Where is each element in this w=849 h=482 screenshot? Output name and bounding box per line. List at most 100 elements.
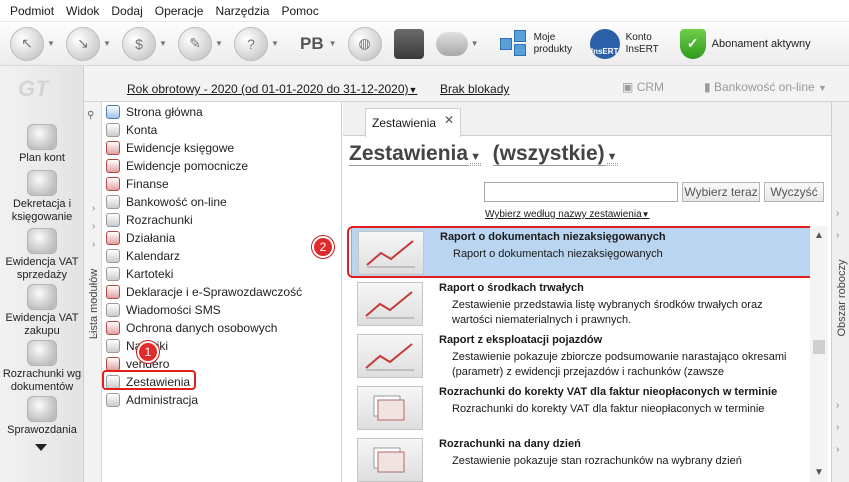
products-icon [499,29,528,58]
sidebar-item-sprawozdania[interactable]: Sprawozdania [0,396,84,437]
naklejki-icon [106,339,120,353]
module-deklaracje[interactable]: Deklaracje i e-Sprawozdawczość [106,283,302,301]
sms-icon [106,303,120,317]
list-item[interactable]: Raport z eksploatacji pojazdów Zestawien… [351,330,811,382]
menu-widok[interactable]: Widok [60,4,105,18]
administracja-icon [106,393,120,407]
chevron-down-icon[interactable]: ▼ [270,39,280,48]
zestawienia-highlight [102,370,196,390]
chevron-right-icon[interactable]: › [92,293,95,304]
sidebar-item-vat-zakupu[interactable]: Ewidencja VAT zakupu [0,284,84,338]
module-label: Bankowość on-line [126,195,227,209]
menu-operacje[interactable]: Operacje [149,4,210,18]
scroll-thumb[interactable] [813,340,825,354]
wyczysc-button[interactable]: Wyczyść [764,182,824,202]
chevron-down-icon[interactable]: ▼ [328,39,338,48]
chevron-down-icon: ▼ [470,151,481,164]
item-title: Rozrachunki na dany dzień [439,438,581,450]
item-title: Rozrachunki do korekty VAT dla faktur ni… [439,386,778,398]
module-bankowosc[interactable]: Bankowość on-line [106,193,227,211]
close-icon[interactable]: ✕ [444,113,454,127]
chevron-down-icon[interactable]: ▼ [470,39,480,48]
module-administracja[interactable]: Administracja [106,391,198,409]
module-rozrachunki[interactable]: Rozrachunki [106,211,193,229]
module-kalendarz[interactable]: Kalendarz [106,247,180,265]
forward-arrow-icon[interactable]: ↘ [66,26,100,61]
bank-icon: ▮ [704,80,711,94]
workspace-strip[interactable]: › › Obszar roboczy › › › [831,102,849,482]
sidebar-item-label: Ewidencja VAT sprzedaży [5,256,79,281]
crm-button[interactable]: ▣ CRM [622,80,664,94]
module-ewidencje-pomocnicze[interactable]: Ewidencje pomocnicze [106,157,248,175]
konto-insert-button[interactable]: InsERT Konto InsERT [589,28,670,59]
tab-zestawienia[interactable]: Zestawienia ✕ [365,108,461,137]
pb-button[interactable]: PB [300,34,324,54]
shield-icon [106,321,120,335]
module-label: Kartoteki [126,267,174,281]
obszar-roboczy-label: Obszar roboczy [836,259,848,337]
module-konta[interactable]: Konta [106,121,157,139]
blokady-link[interactable]: Brak blokady [440,82,509,96]
filter-link[interactable]: Wybierz według nazwy zestawienia▼ [485,209,650,220]
bankowosc-label: Bankowość on-line [713,80,815,94]
wybierz-teraz-button[interactable]: Wybierz teraz [682,182,760,202]
list-scrollbar[interactable]: ▲ ▼ [810,226,828,482]
moje-produkty-label: Moje produkty [533,31,572,55]
module-ewidencje-ksiegowe[interactable]: Ewidencje księgowe [106,139,234,157]
list-item[interactable]: Rozrachunki do korekty VAT dla faktur ni… [351,382,811,434]
moje-produkty-button[interactable]: Moje produkty [499,29,580,58]
list-item[interactable]: Rozrachunki na dany dzień Zestawienie po… [351,434,811,482]
bankowosc-button[interactable]: ▮ Bankowość on-line ▼ [704,80,827,94]
tools-icon[interactable]: ✎ [178,26,212,61]
scroll-down-icon[interactable]: ▼ [814,467,824,478]
help-icon[interactable]: ? [234,26,268,61]
chevron-down-icon[interactable]: ▼ [214,39,224,48]
step-badge-2: 2 [312,236,334,258]
menu-dodaj[interactable]: Dodaj [105,4,148,18]
cloud-icon[interactable] [435,31,468,56]
coins-icon[interactable]: $ [122,26,156,61]
sidebar-item-plan-kont[interactable]: Plan kont [0,124,84,165]
chevron-right-icon[interactable]: › [92,329,95,340]
subtitle-dropdown[interactable]: (wszystkie) ▼ [492,142,618,166]
module-kartoteki[interactable]: Kartoteki [106,265,173,283]
chevron-down-icon[interactable]: ▼ [102,39,112,48]
globe-icon[interactable]: ◍ [347,26,382,61]
chevron-right-icon: › [836,422,840,433]
module-finanse[interactable]: Finanse [106,175,169,193]
finanse-icon [106,177,120,191]
subtitle-label: (wszystkie) [492,142,605,166]
menu-pomoc[interactable]: Pomoc [275,4,324,18]
rok-obrotowy-selector[interactable]: Rok obrotowy - 2020 (od 01-01-2020 do 31… [127,82,417,96]
chevron-right-icon[interactable]: › [92,239,95,250]
sidebar-item-vat-sprzedazy[interactable]: Ewidencja VAT sprzedaży [0,228,84,282]
item-title: Raport o środkach trwałych [439,282,584,294]
chevron-right-icon[interactable]: › [92,221,95,232]
chevron-down-icon[interactable]: ▼ [158,39,168,48]
abonament-button[interactable]: ✓ Abonament aktywny [679,28,811,59]
page-title: Zestawienia ▼ (wszystkie) ▼ [349,142,618,166]
module-strona-glowna[interactable]: Strona główna [106,103,203,121]
list-item[interactable]: Raport o środkach trwałych Zestawienie p… [351,278,811,330]
chevron-right-icon[interactable]: › [92,203,95,214]
box-icon[interactable] [393,28,424,59]
module-wiadomosci-sms[interactable]: Wiadomości SMS [106,301,221,319]
chevron-down-icon[interactable]: ▼ [46,39,56,48]
search-input[interactable] [484,182,678,202]
line-chart-icon [357,334,423,378]
menu-podmiot[interactable]: Podmiot [4,4,60,18]
sidebar-item-dekretacja[interactable]: Dekretacja i księgowanie [0,170,84,224]
menu-narzedzia[interactable]: Narzędzia [209,4,275,18]
scroll-down-icon[interactable] [35,444,47,451]
title-label: Zestawienia [349,142,469,166]
module-ochrona-danych[interactable]: Ochrona danych osobowych [106,319,277,337]
scroll-up-icon[interactable]: ▲ [814,230,824,241]
module-dzialania[interactable]: Działania [106,229,175,247]
rozrachunki-icon [27,340,57,366]
title-dropdown[interactable]: Zestawienia ▼ [349,142,481,166]
pin-icon[interactable]: ⚲ [87,110,94,121]
item-description: Zestawienie pokazuje zbiorcze podsumowan… [452,351,787,378]
filter-label: Wybierz według nazwy zestawienia [485,209,642,220]
sidebar-item-rozrachunki[interactable]: Rozrachunki wg dokumentów [0,340,84,394]
back-arrow-icon[interactable]: ↖ [10,26,44,61]
